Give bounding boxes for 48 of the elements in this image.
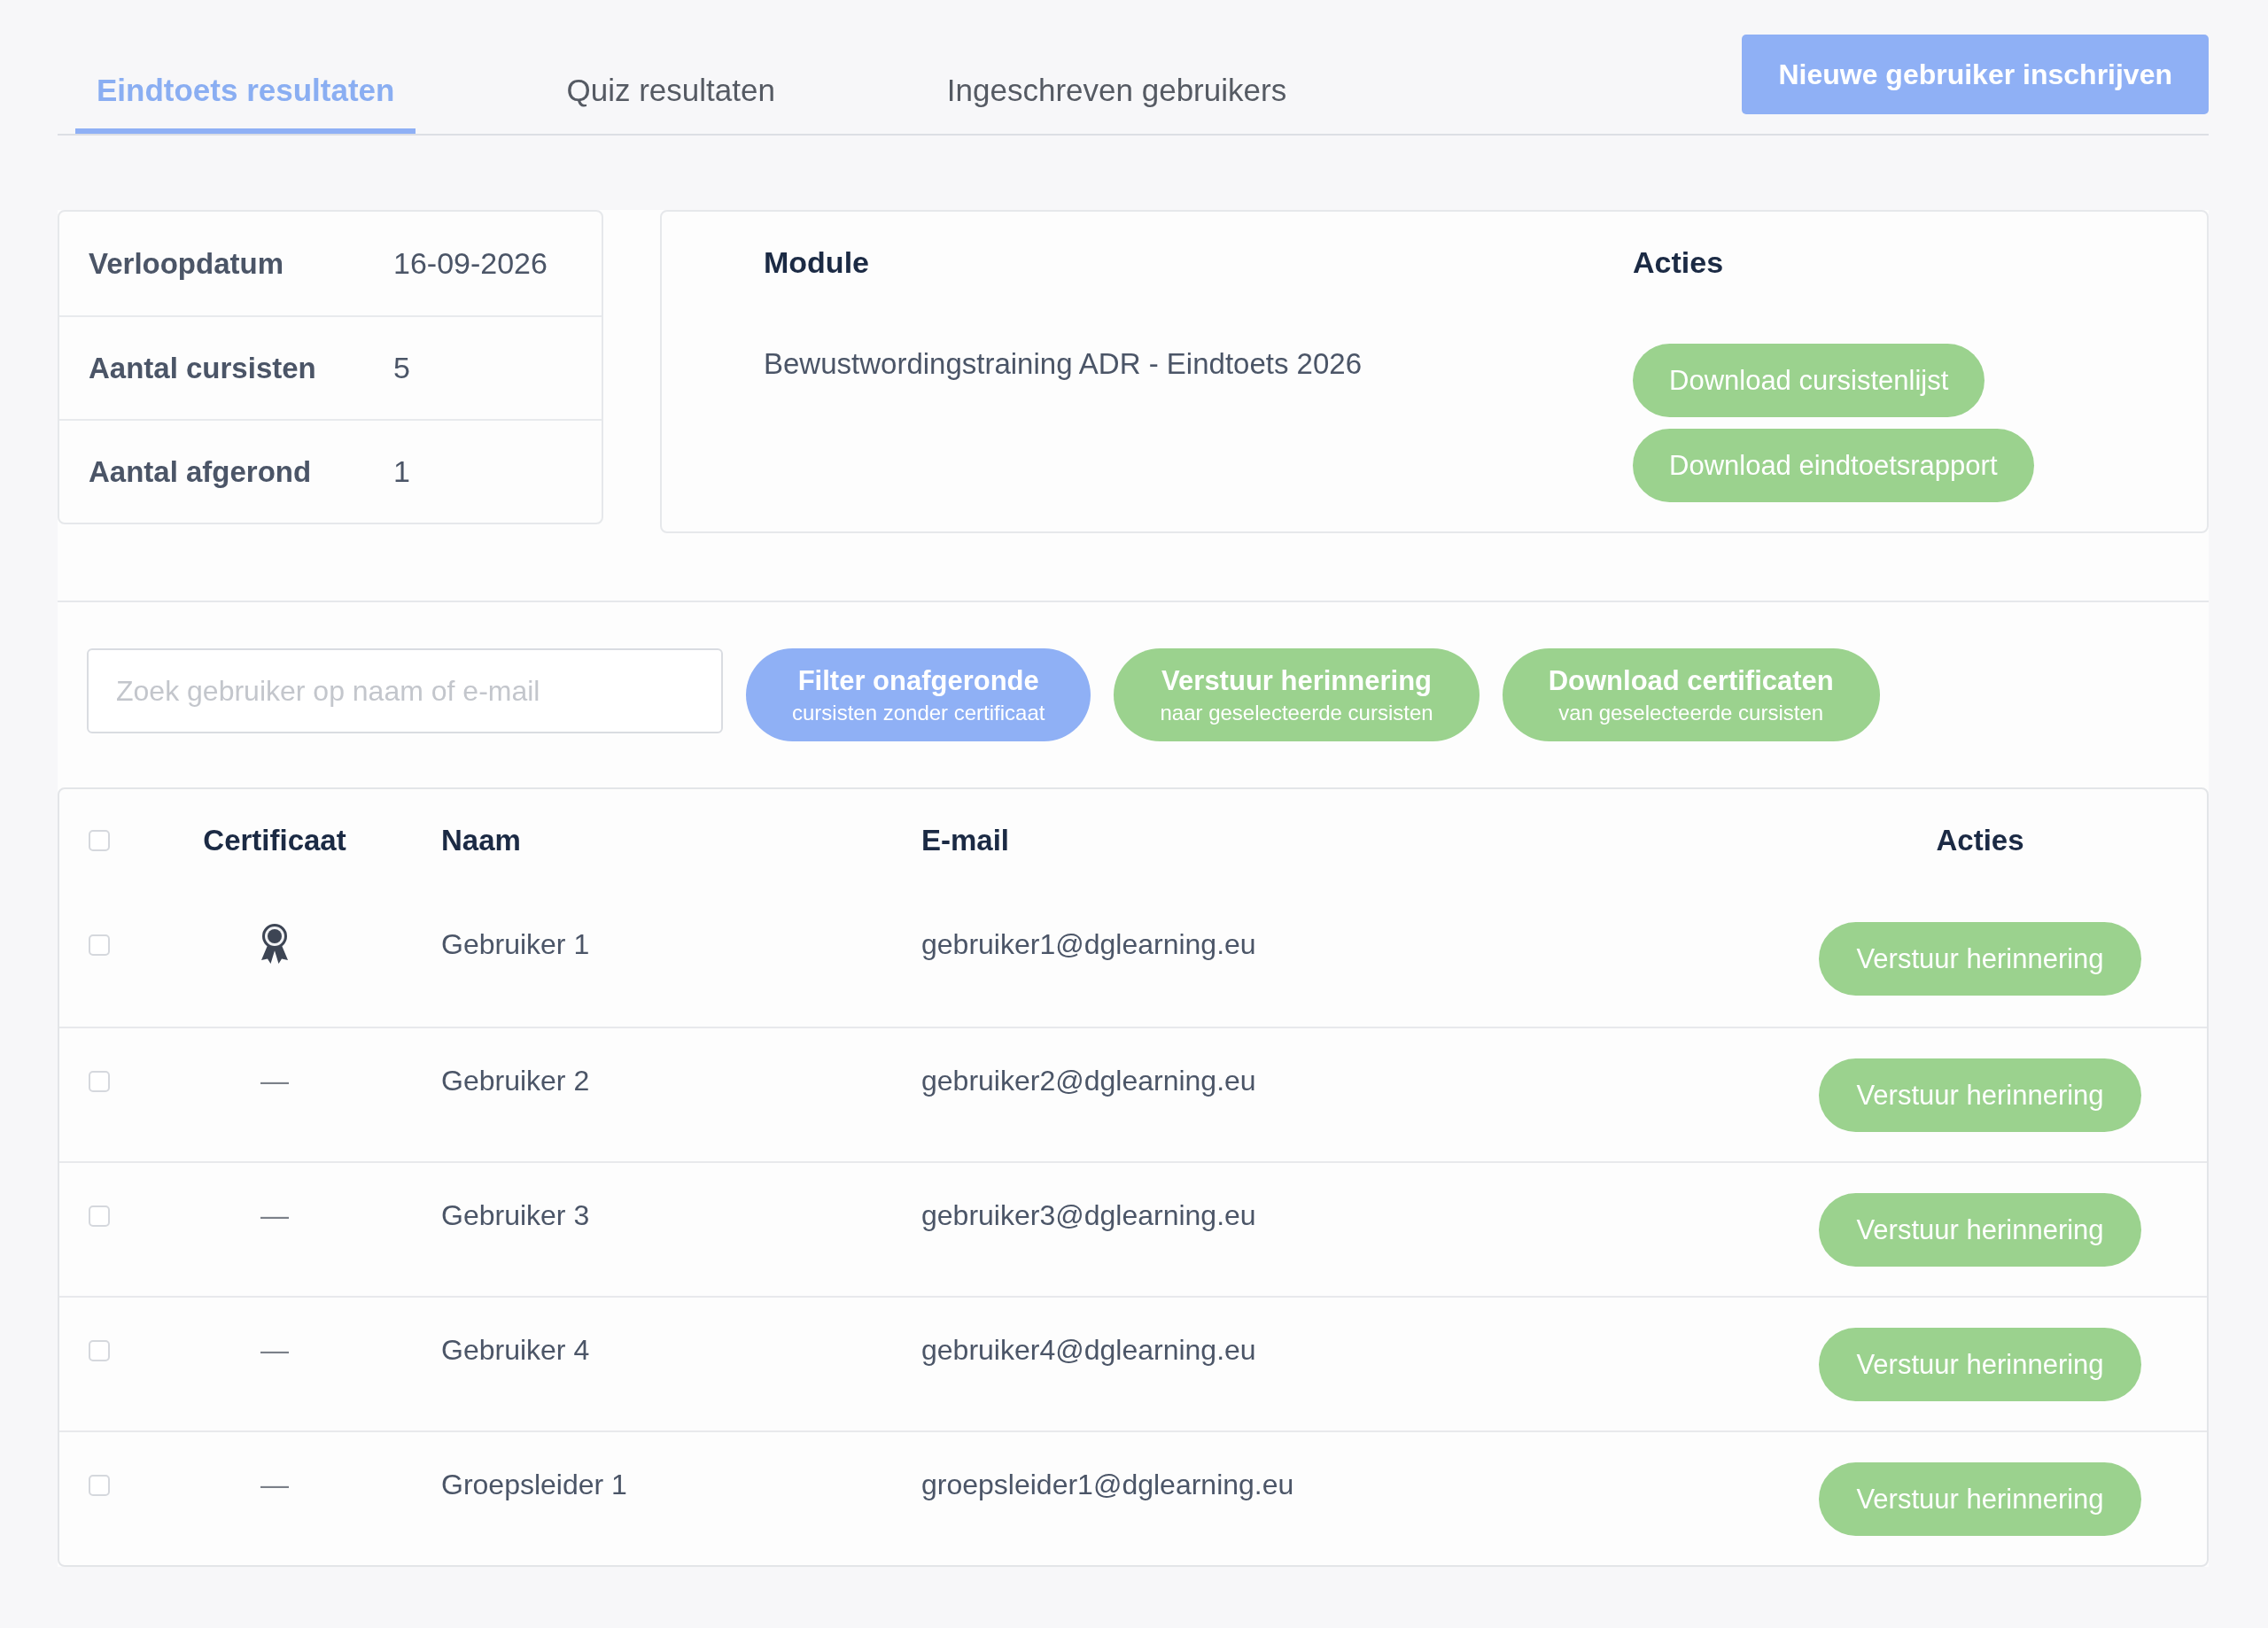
no-certificate-dash: —	[260, 1198, 289, 1233]
row-checkbox[interactable]	[89, 1205, 110, 1227]
column-header: Acties	[1633, 244, 1724, 281]
user-name: Gebruiker 2	[441, 1064, 590, 1098]
column-header: E-mail	[921, 824, 1010, 857]
send-reminder-button[interactable]: Verstuur herinnering	[1819, 922, 2141, 996]
user-email: gebruiker4@dglearning.eu	[921, 1333, 1256, 1368]
module-name: Bewustwordingstraining ADR - Eindtoets 2026	[764, 346, 1363, 382]
download-button[interactable]: Download cursistenlijst	[1633, 344, 1985, 417]
send-reminder-button[interactable]: Verstuur herinnering	[1819, 1193, 2141, 1267]
user-name: Gebruiker 3	[441, 1198, 590, 1233]
user-email: gebruiker3@dglearning.eu	[921, 1198, 1256, 1233]
user-name: Gebruiker 1	[441, 927, 590, 962]
column-header: Module	[764, 244, 869, 281]
bulk-action-button[interactable]: Download certificaten van geselecteerde cursisten	[1502, 648, 1880, 741]
no-certificate-dash: —	[260, 1064, 289, 1098]
filter-button[interactable]: Filter onafgeronde cursisten zonder certificaat	[746, 648, 1091, 741]
summary-label: Verloopdatum	[89, 246, 285, 281]
column-header: Naam	[441, 824, 521, 857]
column-header: Acties	[1936, 824, 2024, 857]
download-button[interactable]: Download eindtoetsrapport	[1633, 429, 2034, 502]
tab[interactable]: Eindtoets resultaten	[75, 72, 416, 134]
send-reminder-button[interactable]: Verstuur herinnering	[1819, 1328, 2141, 1401]
user-name: Gebruiker 4	[441, 1333, 590, 1368]
row-checkbox[interactable]	[89, 934, 110, 956]
row-checkbox[interactable]	[89, 1475, 110, 1496]
tab[interactable]: Ingeschreven gebruikers	[925, 72, 1309, 134]
search-field[interactable]: Zoek gebruiker op naam of e-mail	[87, 648, 723, 733]
summary-label: Aantal cursisten	[89, 351, 317, 385]
no-certificate-dash: —	[260, 1333, 289, 1368]
summary-value: 5	[393, 351, 411, 385]
summary-label: Aantal afgerond	[89, 454, 313, 489]
user-email: groepsleider1@dglearning.eu	[921, 1468, 1294, 1502]
bulk-action-button[interactable]: Verstuur herinnering naar geselecteerde cursisten	[1114, 648, 1480, 741]
user-email: gebruiker1@dglearning.eu	[921, 927, 1256, 962]
user-email: gebruiker2@dglearning.eu	[921, 1064, 1256, 1098]
summary-value: 1	[393, 454, 411, 489]
column-header: Certificaat	[203, 824, 346, 857]
send-reminder-button[interactable]: Verstuur herinnering	[1819, 1462, 2141, 1536]
row-checkbox[interactable]	[89, 1340, 110, 1361]
no-certificate-dash: —	[260, 1468, 289, 1502]
row-checkbox[interactable]	[89, 1071, 110, 1092]
summary-value: 16-09-2026	[393, 246, 548, 281]
send-reminder-button[interactable]: Verstuur herinnering	[1819, 1058, 2141, 1132]
select-all-checkbox[interactable]	[89, 830, 110, 851]
user-name: Groepsleider 1	[441, 1468, 627, 1502]
enroll-user-button[interactable]: Nieuwe gebruiker inschrijven	[1742, 35, 2209, 114]
tab[interactable]: Quiz resultaten	[545, 72, 796, 134]
